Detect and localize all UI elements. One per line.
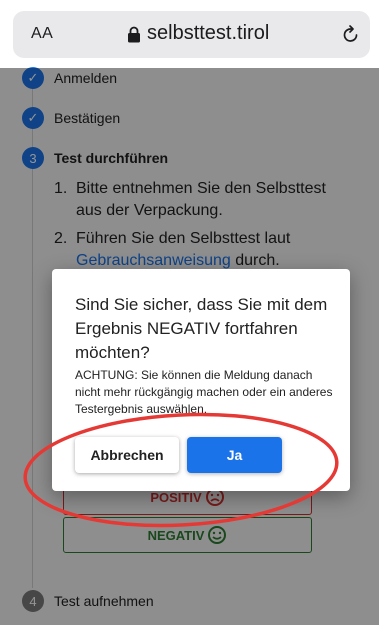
url-text[interactable]: selbsttest.tirol [147,22,269,45]
dialog-warning: ACHTUNG: Sie können die Meldung danach n… [75,368,333,416]
cancel-button[interactable]: Abbrechen [75,437,179,473]
confirm-dialog: Sind Sie sicher, dass Sie mit dem Ergebn… [52,269,350,491]
dialog-title: Sind Sie sicher, dass Sie mit dem Ergebn… [75,295,328,362]
confirm-button[interactable]: Ja [187,437,282,473]
lock-icon [128,26,140,43]
reload-icon[interactable] [342,24,360,44]
browser-toolbar: AA selbsttest.tirol [0,0,379,68]
text-size-button[interactable]: AA [31,25,53,43]
address-bar[interactable]: AA selbsttest.tirol [13,11,370,58]
